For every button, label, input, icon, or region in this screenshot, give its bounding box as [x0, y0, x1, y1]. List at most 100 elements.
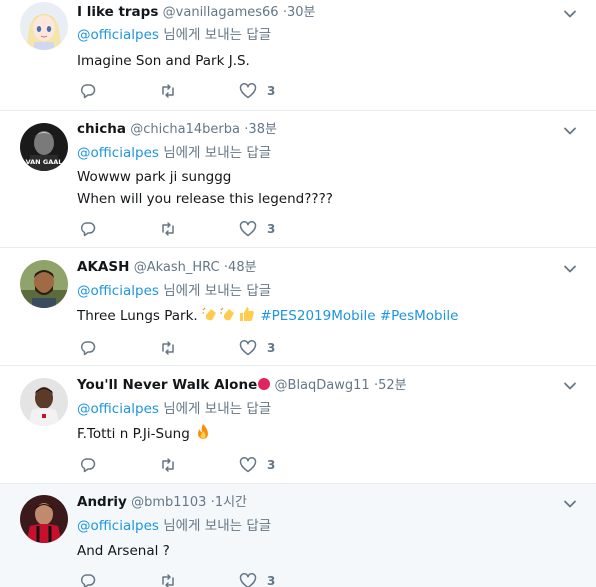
like-count: 3 — [267, 458, 276, 472]
replying-suffix: 님에게 보내는 답글 — [163, 401, 272, 417]
thumbs-up-icon — [240, 307, 254, 321]
tweet-text-line: F.Totti n P.Ji-Sung — [77, 426, 195, 442]
heart-icon — [239, 457, 257, 473]
reply-button[interactable] — [79, 455, 97, 475]
reply-icon — [80, 341, 96, 356]
tweet-header: Andriy @bmb1103 ·1시간 — [77, 492, 247, 512]
tweet-text-line: And Arsenal ? — [77, 543, 170, 559]
hashtag-link[interactable]: #PesMobile — [380, 308, 459, 324]
timestamp[interactable]: 52분 — [378, 378, 407, 393]
like-button[interactable]: 3 — [239, 338, 275, 358]
chevron-down-icon[interactable] — [562, 123, 578, 139]
tweet[interactable]: I like traps @vanillagames66 ·30분 @offic… — [0, 0, 596, 111]
chevron-down-icon[interactable] — [562, 496, 578, 512]
mention-link[interactable]: @officialpes — [77, 283, 159, 299]
avatar[interactable] — [20, 2, 68, 50]
reply-icon — [80, 222, 96, 237]
timestamp[interactable]: 30분 — [287, 5, 316, 20]
replying-to: @officialpes 님에게 보내는 답글 — [77, 281, 271, 301]
tweet-header: AKASH @Akash_HRC ·48분 — [77, 257, 257, 277]
tweet-text-line: When will you release this legend???? — [77, 191, 333, 207]
replying-suffix: 님에게 보내는 답글 — [163, 145, 272, 161]
like-button[interactable]: 3 — [239, 455, 275, 475]
tweet-text: Three Lungs Park. #PES2019Mobile #PesMob… — [77, 305, 458, 326]
reply-button[interactable] — [79, 81, 97, 101]
replying-to: @officialpes 님에게 보내는 답글 — [77, 25, 271, 45]
retweet-button[interactable] — [159, 81, 177, 101]
replying-suffix: 님에게 보내는 답글 — [163, 27, 272, 43]
tweet[interactable]: AKASH @Akash_HRC ·48분 @officialpes 님에게 보… — [0, 248, 596, 366]
mention-link[interactable]: @officialpes — [77, 145, 159, 161]
user-handle[interactable]: @chicha14berba — [130, 122, 240, 137]
tweet[interactable]: You'll Never Walk Alone @BlaqDawg11 ·52분… — [0, 366, 596, 484]
chevron-down-icon[interactable] — [562, 261, 578, 277]
avatar[interactable] — [20, 260, 68, 308]
display-name[interactable]: You'll Never Walk Alone — [77, 377, 257, 393]
heart-icon — [239, 573, 257, 587]
timestamp[interactable]: 38분 — [248, 122, 277, 137]
tweet-header: chicha @chicha14berba ·38분 — [77, 119, 277, 139]
user-handle[interactable]: @Akash_HRC — [134, 260, 220, 275]
display-name[interactable]: chicha — [77, 121, 126, 137]
fire-icon — [198, 424, 209, 439]
user-handle[interactable]: @BlaqDawg11 — [275, 378, 370, 393]
chevron-down-icon[interactable] — [562, 378, 578, 394]
like-button[interactable]: 3 — [239, 571, 275, 587]
retweet-button[interactable] — [159, 219, 177, 239]
replying-to: @officialpes 님에게 보내는 답글 — [77, 143, 271, 163]
tweet-text: And Arsenal ? — [77, 541, 170, 561]
retweet-button[interactable] — [159, 455, 177, 475]
like-count: 3 — [267, 84, 276, 98]
red-circle-icon — [258, 378, 271, 390]
reply-button[interactable] — [79, 571, 97, 587]
heart-icon — [239, 83, 257, 99]
avatar-caption: VAN GAAL — [26, 158, 63, 166]
reply-icon — [80, 84, 96, 99]
reply-button[interactable] — [79, 219, 97, 239]
like-button[interactable]: 3 — [239, 81, 275, 101]
tweet[interactable]: Andriy @bmb1103 ·1시간 @officialpes 님에게 보내… — [0, 484, 596, 587]
bearded-man-avatar-icon — [20, 260, 68, 308]
tweet-text: Wowww park ji sunggg When will you relea… — [77, 167, 333, 209]
anime-avatar-icon — [20, 2, 68, 50]
replying-to: @officialpes 님에게 보내는 답글 — [77, 399, 271, 419]
heart-icon — [239, 221, 257, 237]
hashtag-link[interactable]: #PES2019Mobile — [260, 308, 375, 324]
avatar[interactable] — [20, 378, 68, 426]
mention-link[interactable]: @officialpes — [77, 401, 159, 417]
tweet-actions: 3 — [77, 455, 317, 475]
chevron-down-icon[interactable] — [562, 6, 578, 22]
retweet-icon — [162, 84, 174, 98]
mention-link[interactable]: @officialpes — [77, 518, 159, 534]
retweet-icon — [162, 341, 174, 355]
retweet-button[interactable] — [159, 571, 177, 587]
tweet-text-line: Wowww park ji sunggg — [77, 169, 232, 185]
like-count: 3 — [267, 341, 276, 355]
footballer-avatar-icon — [20, 378, 68, 426]
replying-suffix: 님에게 보내는 답글 — [163, 283, 272, 299]
mention-link[interactable]: @officialpes — [77, 27, 159, 43]
tweet-text-line: Imagine Son and Park J.S. — [77, 53, 250, 69]
user-handle[interactable]: @vanillagames66 — [163, 5, 279, 20]
reply-icon — [80, 574, 96, 587]
user-handle[interactable]: @bmb1103 — [131, 495, 206, 510]
retweet-button[interactable] — [159, 338, 177, 358]
red-jersey-avatar-icon — [20, 495, 68, 543]
tweet-text: F.Totti n P.Ji-Sung — [77, 423, 212, 444]
clapping-hands-icon — [202, 307, 217, 321]
like-button[interactable]: 3 — [239, 219, 275, 239]
tweet[interactable]: VAN GAAL chicha @chicha14berba ·38분 @off… — [0, 111, 596, 248]
retweet-icon — [162, 458, 174, 472]
avatar[interactable]: VAN GAAL — [20, 123, 68, 171]
retweet-icon — [162, 222, 174, 236]
tweet-header: I like traps @vanillagames66 ·30분 — [77, 2, 316, 22]
tweet-actions: 3 — [77, 219, 317, 239]
display-name[interactable]: AKASH — [77, 259, 129, 275]
timestamp[interactable]: 48분 — [228, 260, 257, 275]
replying-to: @officialpes 님에게 보내는 답글 — [77, 516, 271, 536]
reply-button[interactable] — [79, 338, 97, 358]
display-name[interactable]: I like traps — [77, 4, 158, 20]
display-name[interactable]: Andriy — [77, 494, 127, 510]
timestamp[interactable]: 1시간 — [215, 495, 247, 510]
avatar[interactable] — [20, 495, 68, 543]
